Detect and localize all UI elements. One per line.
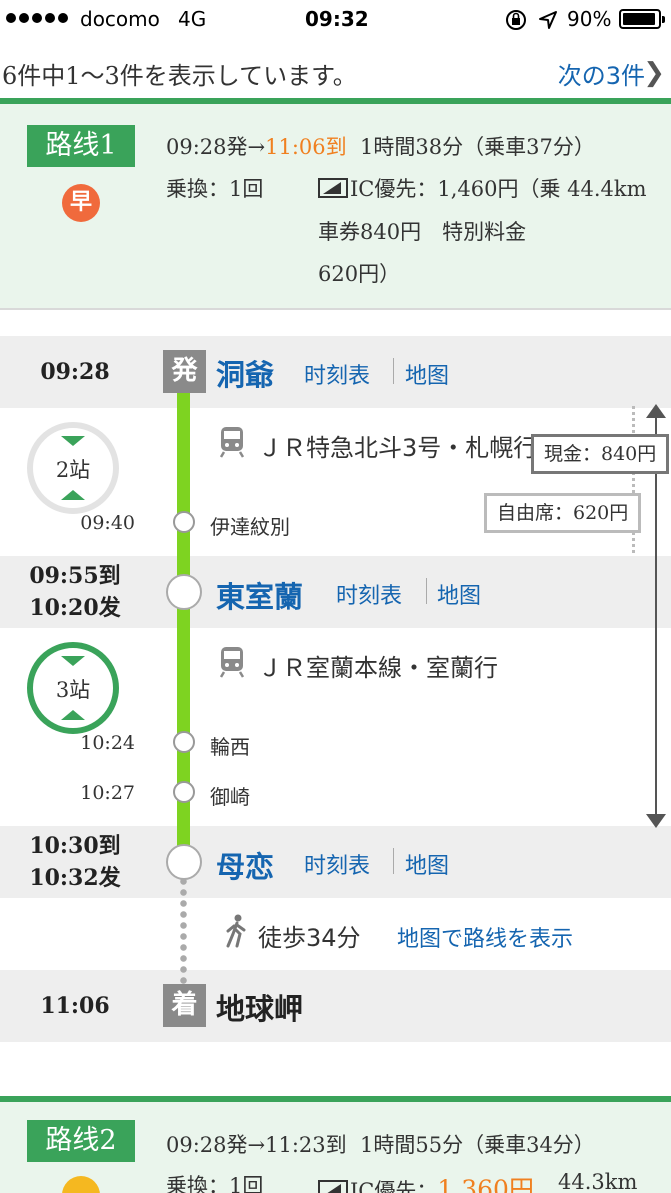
collapse-icon bbox=[61, 656, 85, 666]
stop-time: 09:40 bbox=[80, 512, 135, 534]
signal-icon bbox=[6, 13, 68, 23]
timetable-link[interactable]: 时刻表 bbox=[304, 358, 370, 390]
map-link[interactable]: 地图 bbox=[405, 848, 449, 880]
walk-icon bbox=[226, 914, 246, 948]
ic-card-icon bbox=[318, 178, 348, 198]
cash-fare: 現金：840円 bbox=[531, 434, 670, 474]
expand-icon bbox=[61, 490, 85, 500]
collapse-icon bbox=[61, 436, 85, 446]
transfer-count: 乗換：1回 bbox=[166, 1174, 264, 1193]
departure-time: 10:20发 bbox=[29, 595, 121, 621]
stop-time: 10:24 bbox=[80, 732, 135, 754]
stop-time: 10:27 bbox=[80, 782, 135, 804]
arrival-time: 10:30到 bbox=[29, 833, 121, 859]
ic-fare: IC優先：1,460円（乗 44.4km bbox=[318, 173, 647, 203]
link-separator bbox=[426, 578, 427, 604]
station-name[interactable]: 東室蘭 bbox=[216, 574, 303, 616]
rotation-lock-icon bbox=[506, 10, 526, 30]
seat-fare: 自由席：620円 bbox=[484, 493, 642, 533]
expand-icon bbox=[61, 710, 85, 720]
stops-count: 3站 bbox=[55, 678, 91, 702]
battery-percent: 90% bbox=[567, 7, 612, 31]
fast-icon: 早 bbox=[62, 184, 100, 222]
timetable-link[interactable]: 时刻表 bbox=[304, 848, 370, 880]
route-summary-2[interactable]: 路线2 09:28発→11:23到 1時間55分（乗車34分） 乗換：1回 IC… bbox=[0, 1102, 671, 1193]
stop-node bbox=[173, 781, 195, 803]
departure-time: 10:32发 bbox=[29, 865, 121, 891]
map-link[interactable]: 地图 bbox=[405, 358, 449, 390]
route-badge: 路线1 bbox=[27, 125, 135, 167]
route-badge: 路线2 bbox=[27, 1120, 135, 1162]
train-icon bbox=[219, 427, 245, 458]
walk-duration: 徒歩34分 bbox=[258, 924, 361, 952]
station-node bbox=[166, 844, 202, 880]
route-summary-1[interactable]: 路线1 早 09:28発→11:06到 1時間38分（乗車37分） 乗換：1回 … bbox=[0, 104, 671, 308]
departure-tag: 発 bbox=[163, 350, 206, 393]
departure-time: 09:28 bbox=[40, 359, 110, 385]
ic-fare: IC優先：1,360円 bbox=[318, 1170, 534, 1193]
stop-name: 伊達紋別 bbox=[210, 515, 290, 539]
train-name: ＪＲ特急北斗3号・札幌行 bbox=[258, 434, 538, 462]
stop-name: 輪西 bbox=[210, 735, 250, 759]
walk-route-line bbox=[180, 876, 187, 996]
clock: 09:32 bbox=[305, 7, 369, 31]
station-name[interactable]: 母恋 bbox=[216, 844, 274, 886]
stop-name: 御崎 bbox=[210, 785, 250, 809]
status-bar: docomo 4G 09:32 90% bbox=[0, 0, 671, 38]
route-distance: 44.3km bbox=[558, 1170, 638, 1193]
chevron-right-icon[interactable]: ❯ bbox=[643, 58, 665, 88]
battery-icon bbox=[619, 9, 665, 29]
link-separator bbox=[393, 358, 394, 384]
results-header: 6件中1〜3件を表示しています。 次の3件 ❯ bbox=[0, 38, 671, 100]
route-detail-1: 09:28 発 洞爺 时刻表 地图 2站 ＪＲ特急北斗3号・札幌行 現金：840… bbox=[0, 336, 671, 1042]
arrival-tag: 着 bbox=[163, 984, 206, 1027]
network-type: 4G bbox=[178, 7, 207, 31]
arrival-time: 11:06 bbox=[40, 993, 110, 1019]
walk-map-link[interactable]: 地图で路线を表示 bbox=[397, 921, 573, 953]
train-icon bbox=[219, 647, 245, 678]
map-link[interactable]: 地图 bbox=[437, 578, 481, 610]
cheap-icon bbox=[62, 1176, 100, 1193]
route-times: 09:28発→11:06到 1時間38分（乗車37分） bbox=[166, 135, 595, 159]
arrow-down-icon bbox=[646, 814, 666, 828]
summary-divider bbox=[0, 308, 671, 310]
next-results-link[interactable]: 次の3件 bbox=[558, 56, 645, 91]
station-name[interactable]: 洞爺 bbox=[216, 352, 274, 394]
ic-card-icon bbox=[318, 1180, 348, 1193]
location-icon bbox=[539, 11, 557, 29]
result-count: 6件中1〜3件を表示しています。 bbox=[2, 62, 357, 90]
fare-range-line bbox=[632, 406, 635, 556]
stop-node bbox=[173, 511, 195, 533]
stop-node bbox=[173, 731, 195, 753]
arrival-time: 09:55到 bbox=[29, 563, 121, 589]
train-name: ＪＲ室蘭本線・室蘭行 bbox=[258, 654, 498, 682]
station-node bbox=[166, 574, 202, 610]
stops-toggle[interactable]: 2站 bbox=[27, 422, 119, 514]
transfer-count: 乗換：1回 bbox=[166, 177, 264, 201]
station-name[interactable]: 地球岬 bbox=[216, 986, 303, 1028]
route-times: 09:28発→11:23到 1時間55分（乗車34分） bbox=[166, 1133, 595, 1157]
special-fare: 620円） bbox=[318, 262, 401, 286]
stops-toggle[interactable]: 3站 bbox=[27, 642, 119, 734]
timetable-link[interactable]: 时刻表 bbox=[336, 578, 402, 610]
stops-count: 2站 bbox=[55, 458, 91, 482]
link-separator bbox=[393, 848, 394, 874]
arrow-up-icon bbox=[646, 404, 666, 418]
carrier: docomo bbox=[80, 7, 160, 31]
ticket-fare: 車券840円 特別料金 bbox=[318, 220, 527, 244]
